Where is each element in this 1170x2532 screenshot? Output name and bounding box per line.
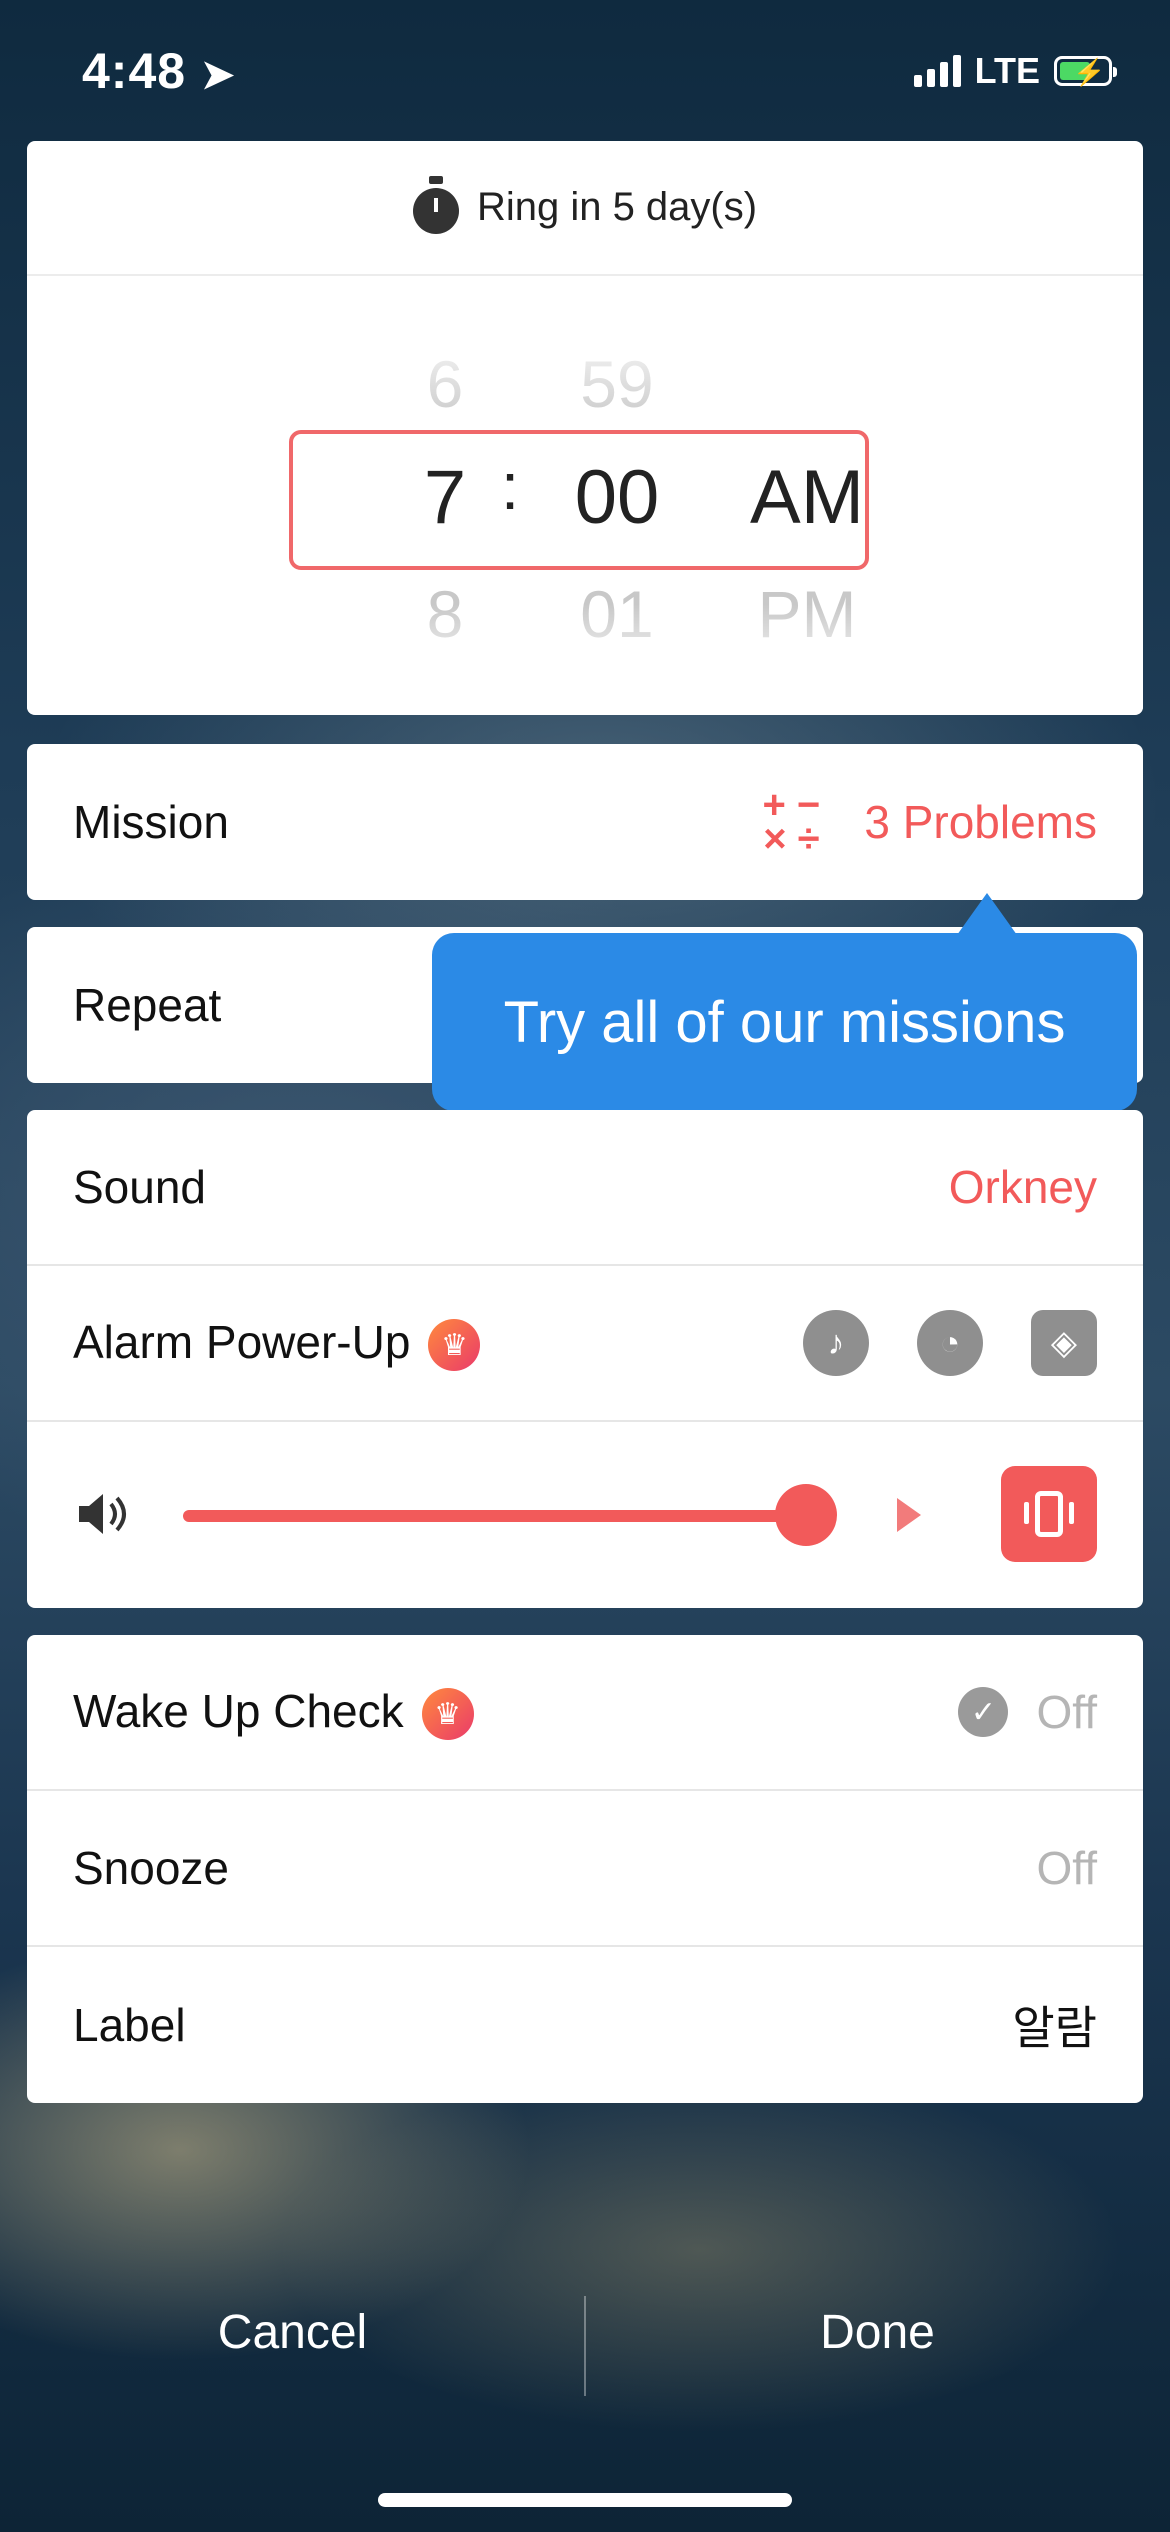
stopwatch-icon	[412, 175, 459, 234]
power-up-row[interactable]: Alarm Power-Up ♛ ♪ ◔ ◈	[27, 1266, 1143, 1422]
wake-up-check-value: Off	[1036, 1686, 1097, 1738]
status-indicators: LTE ⚡	[913, 50, 1117, 92]
label-value: 알람	[1012, 2002, 1097, 2054]
time-picker[interactable]: 6 59 7 : 00 AM 8 01 PM	[27, 276, 1143, 714]
settings-card: Wake Up Check ♛ ✓ Off Snooze Off Label 알람	[27, 1635, 1143, 2103]
cancel-button[interactable]: Cancel	[0, 2305, 585, 2360]
mission-value: 3 Problems	[864, 796, 1097, 848]
minute-next[interactable]: 01	[537, 576, 697, 652]
crown-icon: ♛	[428, 1319, 481, 1372]
snooze-row[interactable]: Snooze Off	[27, 1791, 1143, 1947]
voice-icon: ◔	[917, 1310, 983, 1376]
mission-row[interactable]: Mission + − × ÷ 3 Problems	[27, 744, 1143, 900]
network-type: LTE	[974, 50, 1040, 91]
sound-card: Sound Orkney Alarm Power-Up ♛ ♪ ◔ ◈	[27, 1110, 1143, 1608]
wake-up-check-text: Wake Up Check	[73, 1684, 404, 1737]
location-arrow-icon: ➤	[200, 53, 236, 97]
sound-label: Sound	[73, 1161, 207, 1213]
hour-next[interactable]: 8	[385, 576, 505, 652]
ring-in-header: Ring in 5 day(s)	[27, 141, 1143, 276]
period-selected[interactable]: AM	[727, 454, 887, 541]
signal-icon	[913, 55, 961, 87]
hour-prev[interactable]: 6	[385, 346, 505, 422]
done-button[interactable]: Done	[585, 2305, 1170, 2360]
home-indicator[interactable]	[378, 2493, 792, 2507]
mission-card[interactable]: Mission + − × ÷ 3 Problems	[27, 744, 1143, 900]
clock-check-icon: ✓	[958, 1687, 1009, 1737]
time-separator: :	[500, 449, 520, 523]
math-operators-icon: + − × ÷	[762, 783, 821, 861]
period-next[interactable]: PM	[727, 576, 887, 652]
volume-slider-track[interactable]	[183, 1510, 803, 1522]
wake-up-check-label: Wake Up Check ♛	[73, 1684, 474, 1741]
vibrate-icon	[1024, 1491, 1074, 1537]
minute-selected[interactable]: 00	[532, 454, 702, 541]
battery-icon: ⚡	[1054, 56, 1117, 87]
speaker-icon	[73, 1484, 133, 1544]
crown-icon: ♛	[421, 1688, 474, 1741]
mission-label: Mission	[73, 796, 229, 848]
snooze-value: Off	[1036, 1842, 1097, 1894]
label-label: Label	[73, 1999, 186, 2051]
snooze-label: Snooze	[73, 1842, 230, 1894]
clock-text: 4:48	[82, 43, 187, 99]
repeat-label: Repeat	[73, 979, 222, 1031]
vibrate-toggle[interactable]	[1001, 1466, 1097, 1562]
tooltip-text: Try all of our missions	[503, 989, 1066, 1055]
wake-up-check-row[interactable]: Wake Up Check ♛ ✓ Off	[27, 1635, 1143, 1791]
tag-icon: ◈	[1031, 1310, 1097, 1376]
power-up-label: Alarm Power-Up ♛	[73, 1315, 481, 1372]
time-card: Ring in 5 day(s) 6 59 7 : 00 AM 8 01 PM	[27, 141, 1143, 715]
power-up-text: Alarm Power-Up	[73, 1315, 411, 1368]
label-row[interactable]: Label 알람	[27, 1947, 1143, 2103]
status-time: 4:48 ➤	[82, 42, 236, 100]
music-bomb-icon: ♪	[803, 1310, 869, 1376]
ring-in-text: Ring in 5 day(s)	[476, 185, 758, 229]
minute-prev[interactable]: 59	[537, 346, 697, 422]
volume-slider-knob[interactable]	[775, 1484, 837, 1546]
volume-row	[27, 1422, 1143, 1606]
sound-value: Orkney	[948, 1161, 1097, 1213]
sound-row[interactable]: Sound Orkney	[27, 1110, 1143, 1266]
missions-tooltip[interactable]: Try all of our missions	[432, 893, 1137, 1111]
preview-play-icon[interactable]	[897, 1498, 921, 1532]
